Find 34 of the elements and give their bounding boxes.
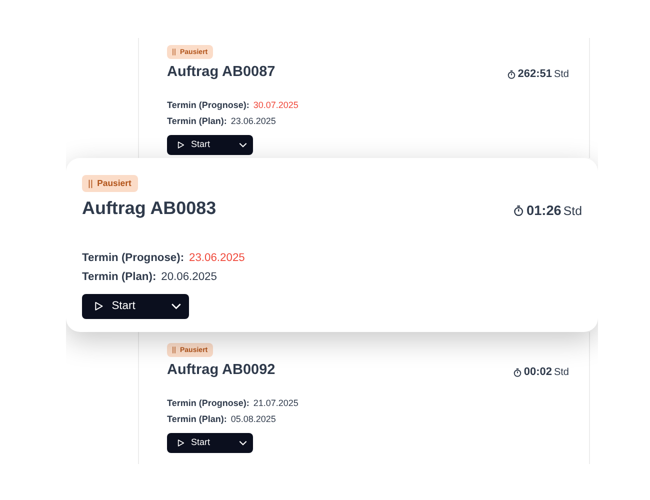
timer-unit: Std [554,366,569,379]
pause-icon [88,178,94,189]
pause-icon [172,346,176,354]
timer-value: 262:51 [518,68,552,82]
play-icon [94,300,104,313]
date-value: 20.06.2025 [161,270,217,286]
date-label: Termin (Prognose): [82,250,184,266]
date-label: Termin (Prognose): [167,99,250,112]
date-label: Termin (Plan): [167,413,227,426]
stopwatch-icon [513,205,525,217]
start-button[interactable]: Start [167,134,254,155]
date-value: 30.07.2025 [253,99,298,112]
order-title: Auftrag AB0083 [82,198,216,220]
date-value: 21.07.2025 [253,397,298,410]
date-value: 23.06.2025 [189,250,245,266]
start-button[interactable]: Start [167,432,254,453]
play-icon [177,140,185,150]
play-icon [177,438,185,448]
date-value: 23.06.2025 [230,115,276,128]
stopwatch-icon [506,70,516,80]
timer-unit: Std [563,204,582,218]
order-title: Auftrag AB0092 [167,362,276,380]
date-label: Termin (Plan): [82,270,156,286]
date-label: Termin (Plan): [167,115,227,128]
timer-value: 00:02 [524,366,552,380]
timer-unit: Std [554,68,569,81]
stopwatch-icon [512,368,522,378]
order-title: Auftrag AB0087 [167,64,276,82]
date-value: 05.08.2025 [230,413,276,426]
status-badge: Pausiert [82,175,138,192]
date-label: Termin (Prognose): [167,397,250,410]
timer-value: 01:26 [526,202,562,220]
start-button[interactable]: Start [82,294,189,319]
pause-icon [172,48,176,56]
